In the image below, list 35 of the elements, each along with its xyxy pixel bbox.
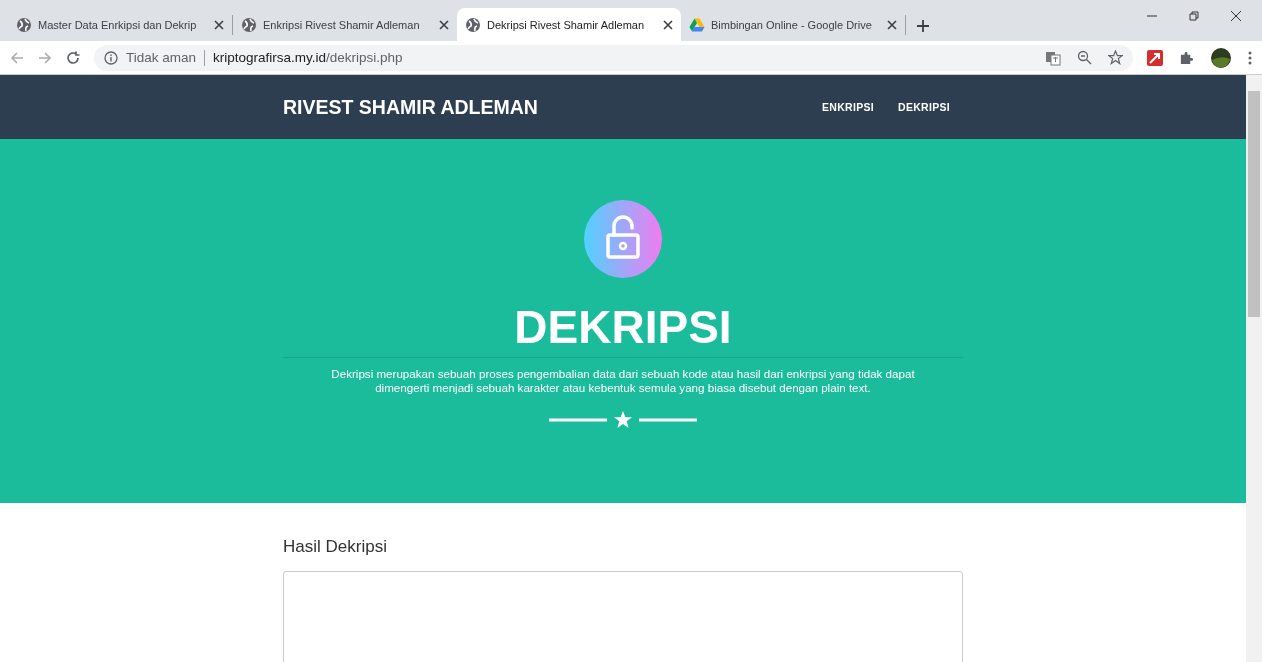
browser-tab[interactable]: Master Data Enrkipsi dan Dekrip xyxy=(8,8,232,41)
globe-icon xyxy=(241,16,257,33)
close-icon[interactable] xyxy=(439,19,449,30)
translate-icon[interactable] xyxy=(1045,49,1061,66)
browser-tab[interactable]: Bimbingan Online - Google Drive xyxy=(681,8,905,41)
star-icon[interactable] xyxy=(1108,50,1123,65)
description-text: Dekripsi merupakan sebuah proses pengembalian data dari sebuah kode atau hasil dari enkripsi yang tidak dapat dimengerti menjadi sebuah karakter atau kebentuk semula yang biasa disebut dengan plain text. xyxy=(330,367,916,395)
url-text[interactable]: kriptografirsa.my.id/dekripsi.php xyxy=(213,50,403,65)
extension-icon[interactable] xyxy=(1147,49,1163,66)
page-heading: DEKRIPSI xyxy=(514,301,732,353)
security-label[interactable]: Tidak aman xyxy=(126,50,197,65)
nav-link[interactable]: ENKRIPSI xyxy=(822,101,874,113)
site-brand[interactable]: RIVEST SHAMIR ADLEMAN xyxy=(283,95,538,119)
avatar-icon[interactable] xyxy=(1210,46,1232,69)
puzzle-icon[interactable] xyxy=(1179,50,1194,65)
globe-icon xyxy=(16,16,32,33)
close-icon[interactable] xyxy=(663,19,673,30)
zoom-out-icon[interactable] xyxy=(1077,50,1092,65)
address-bar[interactable]: Tidak aman kriptografirsa.my.id/dekripsi.php xyxy=(94,44,1133,71)
nav-link[interactable]: DEKRIPSI xyxy=(898,101,950,113)
globe-icon xyxy=(465,16,481,33)
new-tab-icon[interactable] xyxy=(916,19,930,33)
menu-icon[interactable] xyxy=(1248,50,1252,65)
reload-icon[interactable] xyxy=(66,50,80,65)
scrollbar[interactable] xyxy=(1246,75,1262,662)
close-icon[interactable] xyxy=(214,19,224,30)
info-icon[interactable] xyxy=(104,50,118,65)
restore-icon[interactable] xyxy=(1188,10,1200,22)
result-label: Hasil Dekripsi xyxy=(283,537,388,557)
browser-tab[interactable]: Enkripsi Rivest Shamir Adleman xyxy=(233,8,457,41)
drive-icon xyxy=(689,16,705,33)
close-icon[interactable] xyxy=(887,19,897,30)
unlocked-padlock-icon xyxy=(583,199,663,279)
browser-tab[interactable]: Dekripsi Rivest Shamir Adleman xyxy=(457,8,681,41)
close-icon[interactable] xyxy=(1230,10,1242,22)
